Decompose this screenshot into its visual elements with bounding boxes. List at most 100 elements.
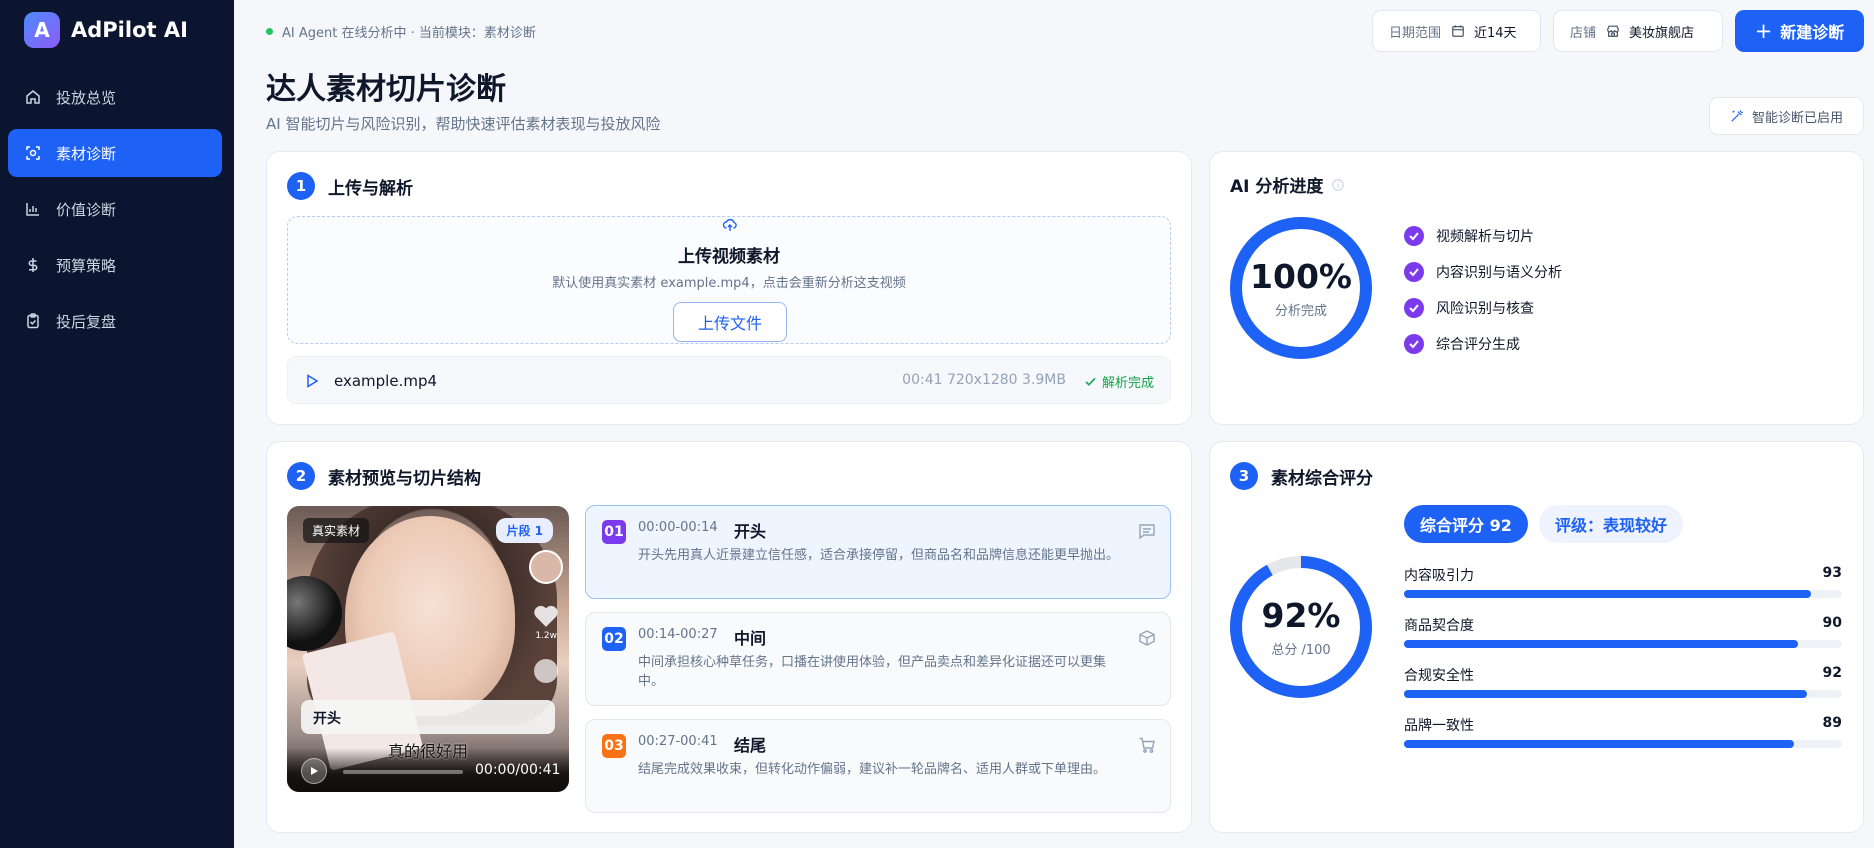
progress-percent: 100%	[1250, 257, 1352, 296]
segment-description: 中间承担核心种草任务，口播在讲使用体验，但产品卖点和差异化证据还可以更集中。	[638, 655, 1107, 689]
app-logo[interactable]: A AdPilot AI	[24, 12, 188, 48]
sidebar-item-label: 投后复盘	[56, 312, 117, 331]
smart-diagnosis-badge[interactable]: 智能诊断已启用	[1709, 97, 1864, 135]
preview-card: 2 素材预览与切片结构 真实素材 片段 1 1.2w 开头 真的很好用 00:0…	[266, 441, 1192, 833]
new-diagnosis-button[interactable]: + 新建诊断	[1735, 10, 1864, 52]
analysis-step: 内容识别与语义分析	[1404, 254, 1562, 290]
analysis-step: 综合评分生成	[1404, 326, 1562, 362]
metric-row: 商品契合度 90	[1404, 615, 1842, 649]
sidebar-item-value[interactable]: 价值诊断	[8, 185, 222, 233]
segment-time: 00:14-00:27	[638, 627, 718, 642]
cart-icon[interactable]	[1138, 736, 1156, 754]
analysis-steps: 视频解析与切片 内容识别与语义分析 风险识别与核查 综合评分生成	[1404, 218, 1562, 362]
play-icon[interactable]	[304, 373, 320, 389]
segment-name: 开头	[734, 522, 767, 541]
bar-chart-icon	[25, 201, 41, 217]
step-number: 1	[287, 172, 315, 200]
file-meta: 00:41 720x1280 3.9MB	[902, 372, 1066, 388]
preview-card-header: 2 素材预览与切片结构	[287, 462, 481, 490]
sidebar-item-label: 投放总览	[56, 88, 117, 107]
segment-number: 03	[602, 734, 626, 758]
check-icon	[1085, 377, 1096, 386]
score-card: 3 素材综合评分 92% 总分 /100 综合评分 92 评级：表现较好 内容吸…	[1209, 441, 1864, 833]
metric-bar	[1404, 690, 1842, 698]
segment-name: 中间	[734, 629, 767, 648]
upload-description: 默认使用真实素材 example.mp4，点击会重新分析这支视频	[552, 276, 906, 291]
step-number: 3	[1230, 462, 1258, 490]
metric-value: 92	[1822, 665, 1842, 681]
metric-label: 合规安全性	[1404, 668, 1474, 684]
analysis-step-label: 综合评分生成	[1436, 337, 1520, 353]
page-subtitle: AI 智能切片与风险识别，帮助快速评估素材表现与投放风险	[266, 115, 661, 133]
info-icon[interactable]	[1331, 178, 1345, 192]
store-selector[interactable]: 店铺 美妆旗舰店	[1553, 10, 1723, 52]
clipboard-check-icon	[25, 313, 41, 329]
progress-card-header: AI 分析进度	[1230, 172, 1345, 197]
video-play-button[interactable]	[301, 758, 327, 784]
upload-file-button[interactable]: 上传文件	[673, 302, 787, 342]
scan-icon	[25, 145, 41, 161]
segment-time: 00:27-00:41	[638, 734, 718, 749]
segment-card-02[interactable]: 02 00:14-00:27 中间 中间承担核心种草任务，口播在讲使用体验，但产…	[585, 612, 1171, 706]
upload-title: 上传视频素材	[678, 247, 780, 267]
card-title: 素材综合评分	[1271, 468, 1373, 489]
video-preview[interactable]: 真实素材 片段 1 1.2w 开头 真的很好用 00:00/00:41	[287, 506, 569, 792]
segment-time: 00:00-00:14	[638, 520, 718, 535]
check-circle-icon	[1404, 262, 1424, 282]
sidebar-item-material[interactable]: 素材诊断	[8, 129, 222, 177]
metric-bar-fill	[1404, 590, 1812, 598]
check-circle-icon	[1404, 298, 1424, 318]
segment-number: 01	[602, 520, 626, 544]
upload-card: 1 上传与解析 上传视频素材 默认使用真实素材 example.mp4，点击会重…	[266, 151, 1192, 425]
metric-label: 内容吸引力	[1404, 568, 1474, 584]
progress-caption: 分析完成	[1274, 304, 1327, 319]
upload-dropzone[interactable]: 上传视频素材 默认使用真实素材 example.mp4，点击会重新分析这支视频 …	[287, 216, 1171, 344]
segment-card-03[interactable]: 03 00:27-00:41 结尾 结尾完成效果收束，但转化动作偏弱，建议补一轮…	[585, 719, 1171, 813]
sidebar-item-overview[interactable]: 投放总览	[8, 73, 222, 121]
date-range-label: 日期范围	[1389, 25, 1442, 41]
sidebar-item-budget[interactable]: 预算策略	[8, 241, 222, 289]
magic-wand-icon	[1731, 110, 1743, 122]
file-name: example.mp4	[334, 372, 438, 390]
video-progress-track[interactable]	[343, 770, 463, 774]
cloud-upload-icon	[722, 218, 737, 231]
segment-card-01[interactable]: 01 00:00-00:14 开头 开头先用真人近景建立信任感，适合承接停留，但…	[585, 505, 1171, 599]
heart-icon	[534, 605, 558, 627]
online-dot-icon	[266, 28, 273, 35]
score-caption: 总分 /100	[1271, 643, 1331, 658]
score-percent: 92%	[1261, 596, 1341, 635]
new-diagnosis-label: 新建诊断	[1780, 23, 1845, 42]
comment-icon[interactable]	[1138, 522, 1156, 540]
logo-mark: A	[24, 12, 60, 48]
sidebar-item-label: 价值诊断	[56, 200, 117, 219]
sidebar-item-label: 素材诊断	[56, 144, 117, 163]
like-count: 1.2w	[535, 631, 557, 641]
date-range-selector[interactable]: 日期范围 近14天	[1372, 10, 1541, 52]
metric-row: 合规安全性 92	[1404, 665, 1842, 699]
sidebar-item-review[interactable]: 投后复盘	[8, 297, 222, 345]
segment-description: 开头先用真人近景建立信任感，适合承接停留，但商品名和品牌信息还能更早抛出。	[638, 548, 1120, 563]
analysis-step-label: 内容识别与语义分析	[1436, 265, 1562, 281]
card-title: 素材预览与切片结构	[328, 468, 481, 489]
metric-bar-fill	[1404, 740, 1794, 748]
page-title: 达人素材切片诊断	[266, 72, 506, 107]
check-circle-icon	[1404, 226, 1424, 246]
store-icon	[1607, 25, 1619, 37]
date-range-value: 近14天	[1474, 25, 1517, 41]
card-title: AI 分析进度	[1230, 177, 1324, 197]
metric-row: 内容吸引力 93	[1404, 565, 1842, 599]
video-subtitle: 真的很好用	[387, 742, 468, 761]
metric-value: 93	[1822, 565, 1842, 581]
metric-bar-fill	[1404, 640, 1799, 648]
store-value: 美妆旗舰店	[1629, 25, 1695, 41]
package-icon[interactable]	[1138, 629, 1156, 647]
file-row[interactable]: example.mp4 00:41 720x1280 3.9MB 解析完成	[287, 356, 1171, 404]
video-time: 00:00/00:41	[475, 762, 561, 778]
metric-value: 90	[1822, 615, 1842, 631]
store-label: 店铺	[1570, 25, 1597, 41]
smart-diagnosis-label: 智能诊断已启用	[1751, 110, 1843, 126]
ai-progress-card: AI 分析进度 100% 分析完成 视频解析与切片 内容识别与语义分析 风险识别…	[1209, 151, 1864, 425]
overall-score-badge: 综合评分 92	[1404, 505, 1528, 543]
metric-label: 品牌一致性	[1404, 718, 1474, 734]
metric-row: 品牌一致性 89	[1404, 715, 1842, 749]
